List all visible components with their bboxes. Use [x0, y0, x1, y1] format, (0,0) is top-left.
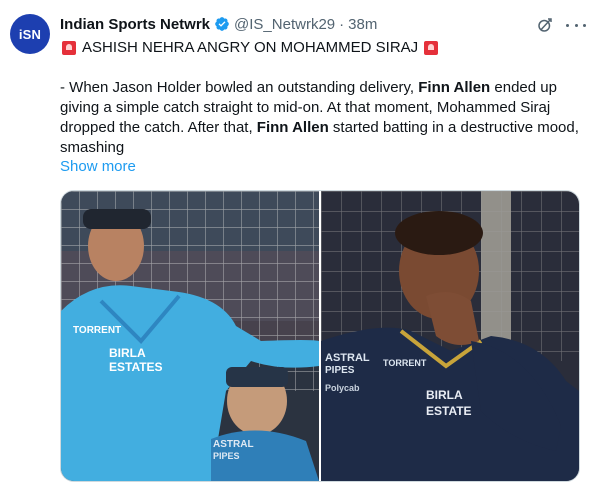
verified-badge-icon	[215, 17, 229, 31]
more-options-icon[interactable]	[566, 16, 586, 34]
avatar-logo-text: iSN	[18, 26, 42, 42]
tweet-media[interactable]: TORRENT BIRLA ESTATES ASTRAL PIPES ASTRA…	[60, 190, 580, 482]
photo-left-text: BIRLA	[109, 346, 146, 360]
photo-right-text: TORRENT	[383, 358, 427, 368]
photo-left-text: PIPES	[213, 451, 240, 461]
avatar[interactable]: iSN	[10, 14, 50, 54]
photo-left-text: ASTRAL	[213, 439, 254, 450]
grok-icon[interactable]	[536, 16, 554, 34]
photo-right-text: Polycab	[325, 383, 360, 393]
tweet-text-part: - When Jason Holder bowled an outstandin…	[60, 79, 419, 96]
media-photo-right[interactable]: ASTRAL PIPES TORRENT BIRLA ESTATE Polyca…	[321, 191, 579, 481]
siren-icon	[62, 41, 76, 55]
photo-left-text: TORRENT	[73, 325, 121, 336]
media-photo-left[interactable]: TORRENT BIRLA ESTATES ASTRAL PIPES	[61, 191, 319, 481]
tweet-headline: ASHISH NEHRA ANGRY ON MOHAMMED SIRAJ	[60, 38, 586, 58]
tweet-text-bold: Finn Allen	[418, 79, 491, 96]
timestamp[interactable]: 38m	[348, 16, 377, 33]
display-name[interactable]: Indian Sports Netwrk	[60, 16, 210, 33]
tweet-header: Indian Sports Netwrk @IS_Netwrk29 · 38m	[60, 14, 586, 34]
tweet-text: - When Jason Holder bowled an outstandin…	[60, 78, 580, 158]
separator-dot: ·	[339, 15, 345, 33]
siren-icon	[424, 41, 439, 55]
photo-right-text: BIRLA	[426, 388, 463, 402]
show-more-link[interactable]: Show more	[60, 158, 136, 175]
photo-right-text: PIPES	[325, 365, 355, 376]
photo-left-text: ESTATES	[109, 360, 163, 374]
user-handle[interactable]: @IS_Netwrk29	[234, 16, 335, 33]
photo-right-text: ASTRAL	[325, 352, 370, 364]
headline-text: ASHISH NEHRA ANGRY ON MOHAMMED SIRAJ	[82, 39, 419, 56]
tweet-text-bold: Finn Allen	[256, 119, 329, 136]
photo-right-text: ESTATE	[426, 404, 472, 418]
